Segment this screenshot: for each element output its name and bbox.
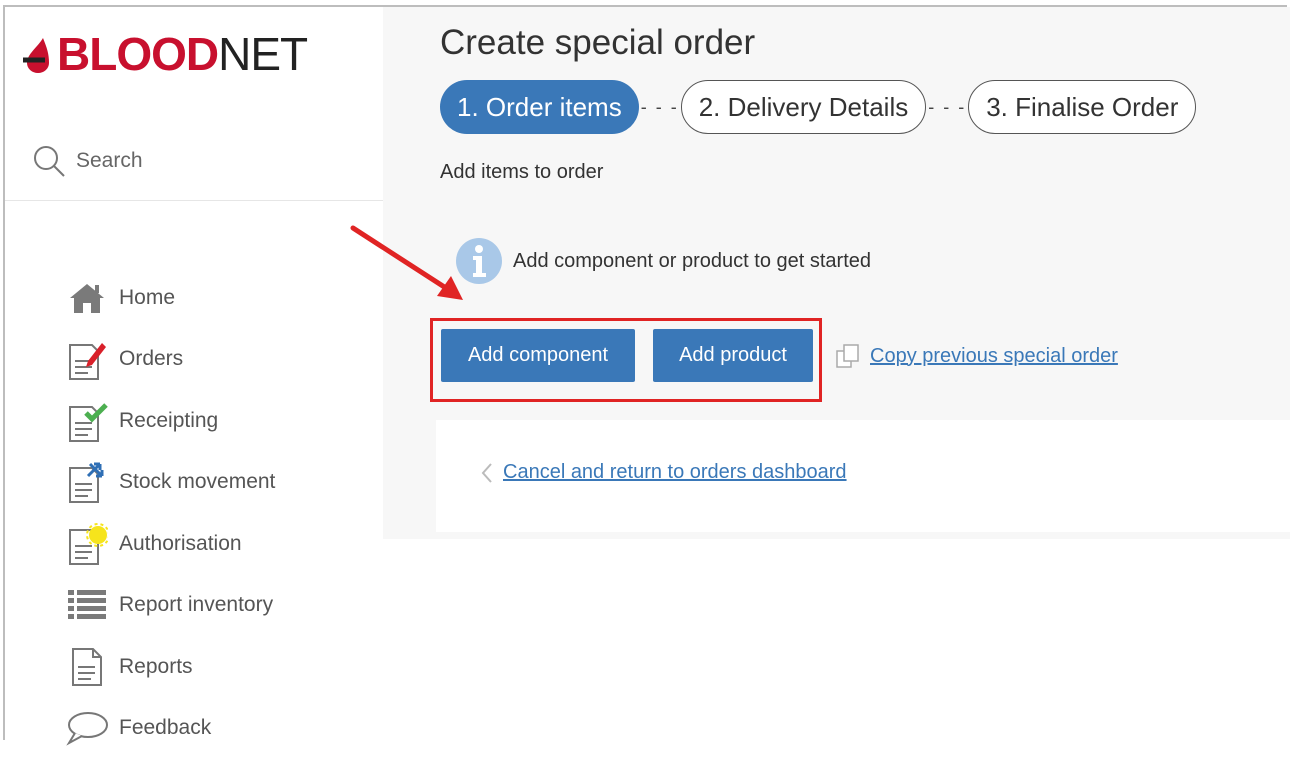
info-message: Add component or product to get started (455, 237, 871, 285)
step-indicator: 1. Order items - - - 2. Delivery Details… (440, 80, 1196, 134)
cancel-label: Cancel and return to orders dashboard (503, 461, 847, 484)
authorisation-icon (65, 522, 109, 566)
copy-icon (834, 342, 862, 370)
add-component-button[interactable]: Add component (441, 329, 635, 382)
bloodnet-logo[interactable]: BLOODNET (21, 29, 307, 79)
copy-previous-order-link[interactable]: Copy previous special order (834, 342, 1118, 370)
add-product-button[interactable]: Add product (653, 329, 813, 382)
sidebar-nav: Home Orders Receipting Stock movement Au… (65, 267, 275, 759)
sidebar-item-label: Home (119, 286, 175, 310)
sidebar-item-label: Receipting (119, 409, 218, 433)
logo-text-blood: BLOOD (57, 31, 218, 77)
sidebar-item-stock-movement[interactable]: Stock movement (65, 452, 275, 514)
search-icon (32, 144, 66, 178)
home-icon (65, 276, 109, 320)
stock-movement-icon (65, 460, 109, 504)
logo-text-net: NET (218, 31, 307, 77)
sidebar-divider (5, 200, 383, 201)
sidebar-item-label: Stock movement (119, 470, 275, 494)
annotation-arrow (345, 220, 475, 310)
step-finalise-order[interactable]: 3. Finalise Order (968, 80, 1196, 134)
sidebar-item-label: Orders (119, 347, 183, 371)
step-separator: - - - (928, 97, 966, 118)
sidebar-item-receipting[interactable]: Receipting (65, 390, 275, 452)
reports-icon (65, 645, 109, 689)
sidebar-item-feedback[interactable]: Feedback (65, 698, 275, 759)
sidebar-item-home[interactable]: Home (65, 267, 275, 329)
sidebar-item-reports[interactable]: Reports (65, 636, 275, 698)
sidebar-item-label: Report inventory (119, 593, 273, 617)
feedback-icon (65, 706, 109, 750)
sidebar-item-report-inventory[interactable]: Report inventory (65, 575, 275, 637)
section-subtitle: Add items to order (440, 161, 603, 184)
search-button[interactable]: Search (32, 144, 143, 178)
receipting-icon (65, 399, 109, 443)
sidebar-item-label: Reports (119, 655, 193, 679)
sidebar-item-orders[interactable]: Orders (65, 329, 275, 391)
step-separator: - - - (641, 97, 679, 118)
footer-actions: Cancel and return to orders dashboard (436, 420, 1290, 532)
sidebar-item-label: Feedback (119, 716, 211, 740)
sidebar-item-label: Authorisation (119, 532, 242, 556)
step-order-items[interactable]: 1. Order items (440, 80, 639, 134)
blood-drop-icon (21, 34, 57, 74)
chevron-left-icon (481, 462, 493, 484)
info-text: Add component or product to get started (513, 250, 871, 273)
sidebar-item-authorisation[interactable]: Authorisation (65, 513, 275, 575)
sidebar: BLOODNET Search Home Orders Receipting (5, 7, 383, 740)
cancel-link[interactable]: Cancel and return to orders dashboard (481, 461, 847, 484)
page-title: Create special order (440, 23, 755, 63)
report-inventory-icon (65, 583, 109, 627)
copy-previous-label: Copy previous special order (870, 345, 1118, 368)
main-content: Create special order 1. Order items - - … (383, 7, 1290, 539)
step-delivery-details[interactable]: 2. Delivery Details (681, 80, 927, 134)
orders-icon (65, 337, 109, 381)
search-label: Search (76, 149, 143, 173)
